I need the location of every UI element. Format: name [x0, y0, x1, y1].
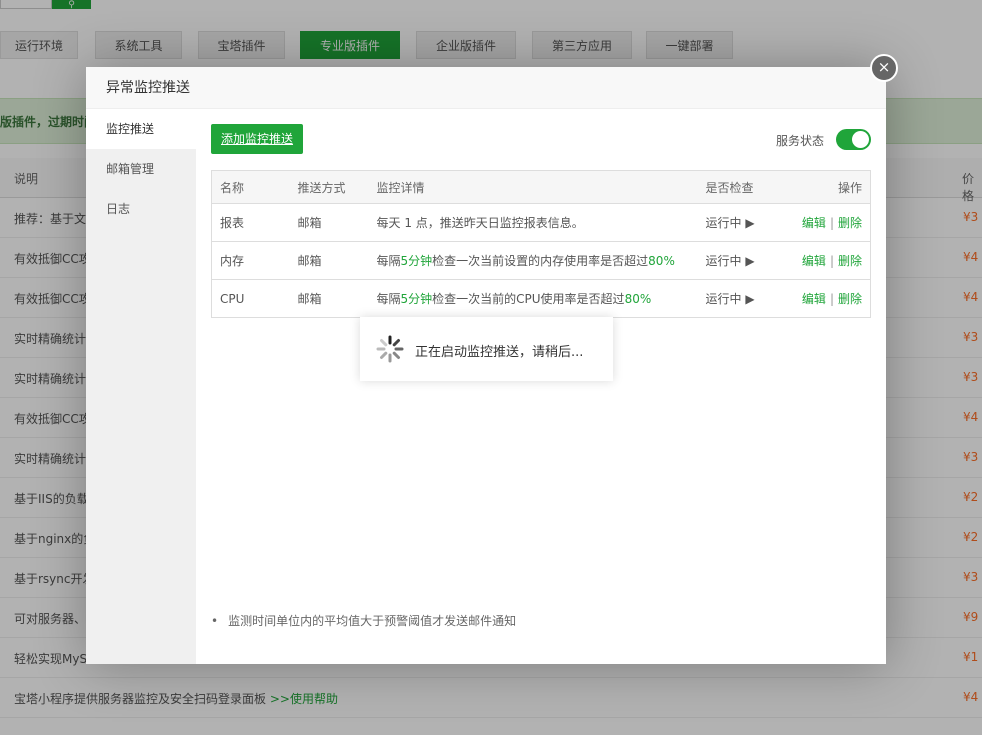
delete-button[interactable]: 删除: [838, 254, 862, 268]
table-row: 报表 邮箱 每天 1 点，推送昨天日监控报表信息。 运行中 ▶ 编辑 | 删除: [211, 203, 871, 242]
edit-button[interactable]: 编辑: [802, 254, 826, 268]
loading-text: 正在启动监控推送，请稍后...: [415, 345, 584, 360]
loading-spinner-icon: [376, 335, 404, 363]
sidebar-item-monitor-push[interactable]: 监控推送: [86, 109, 196, 149]
col-detail: 监控详情: [368, 170, 698, 204]
col-check: 是否检查: [697, 170, 782, 204]
dialog-title: 异常监控推送: [86, 67, 886, 109]
dialog-sidebar: 监控推送 邮箱管理 日志: [86, 109, 196, 664]
status-running[interactable]: 运行中 ▶: [697, 203, 782, 242]
close-icon[interactable]: ×: [870, 54, 898, 82]
table-row: 内存 邮箱 每隔5分钟检查一次当前设置的内存使用率是否超过80% 运行中 ▶ 编…: [211, 241, 871, 280]
monitor-tip: 监测时间单位内的平均值大于预警阈值才发送邮件通知: [211, 612, 516, 629]
edit-button[interactable]: 编辑: [802, 292, 826, 306]
edit-button[interactable]: 编辑: [802, 216, 826, 230]
col-op: 操作: [781, 170, 871, 204]
loading-toast: 正在启动监控推送，请稍后...: [360, 317, 613, 381]
service-status-label: 服务状态: [776, 134, 825, 148]
status-running[interactable]: 运行中 ▶: [697, 279, 782, 318]
sidebar-item-mailbox[interactable]: 邮箱管理: [86, 149, 196, 189]
col-name: 名称: [211, 170, 290, 204]
delete-button[interactable]: 删除: [838, 292, 862, 306]
service-status-toggle[interactable]: [836, 129, 871, 150]
table-row: CPU 邮箱 每隔5分钟检查一次当前的CPU使用率是否超过80% 运行中 ▶ 编…: [211, 279, 871, 318]
monitor-table: 名称 推送方式 监控详情 是否检查 操作 报表 邮箱 每天 1 点，推送昨天日监…: [211, 170, 871, 318]
status-running[interactable]: 运行中 ▶: [697, 241, 782, 280]
delete-button[interactable]: 删除: [838, 216, 862, 230]
sidebar-item-log[interactable]: 日志: [86, 189, 196, 229]
dialog-content: 添加监控推送 服务状态 名称 推送方式 监控详情 是否检查 操作 报表 邮箱 每…: [196, 109, 886, 664]
add-monitor-push-button[interactable]: 添加监控推送: [211, 124, 304, 154]
col-method: 推送方式: [289, 170, 369, 204]
